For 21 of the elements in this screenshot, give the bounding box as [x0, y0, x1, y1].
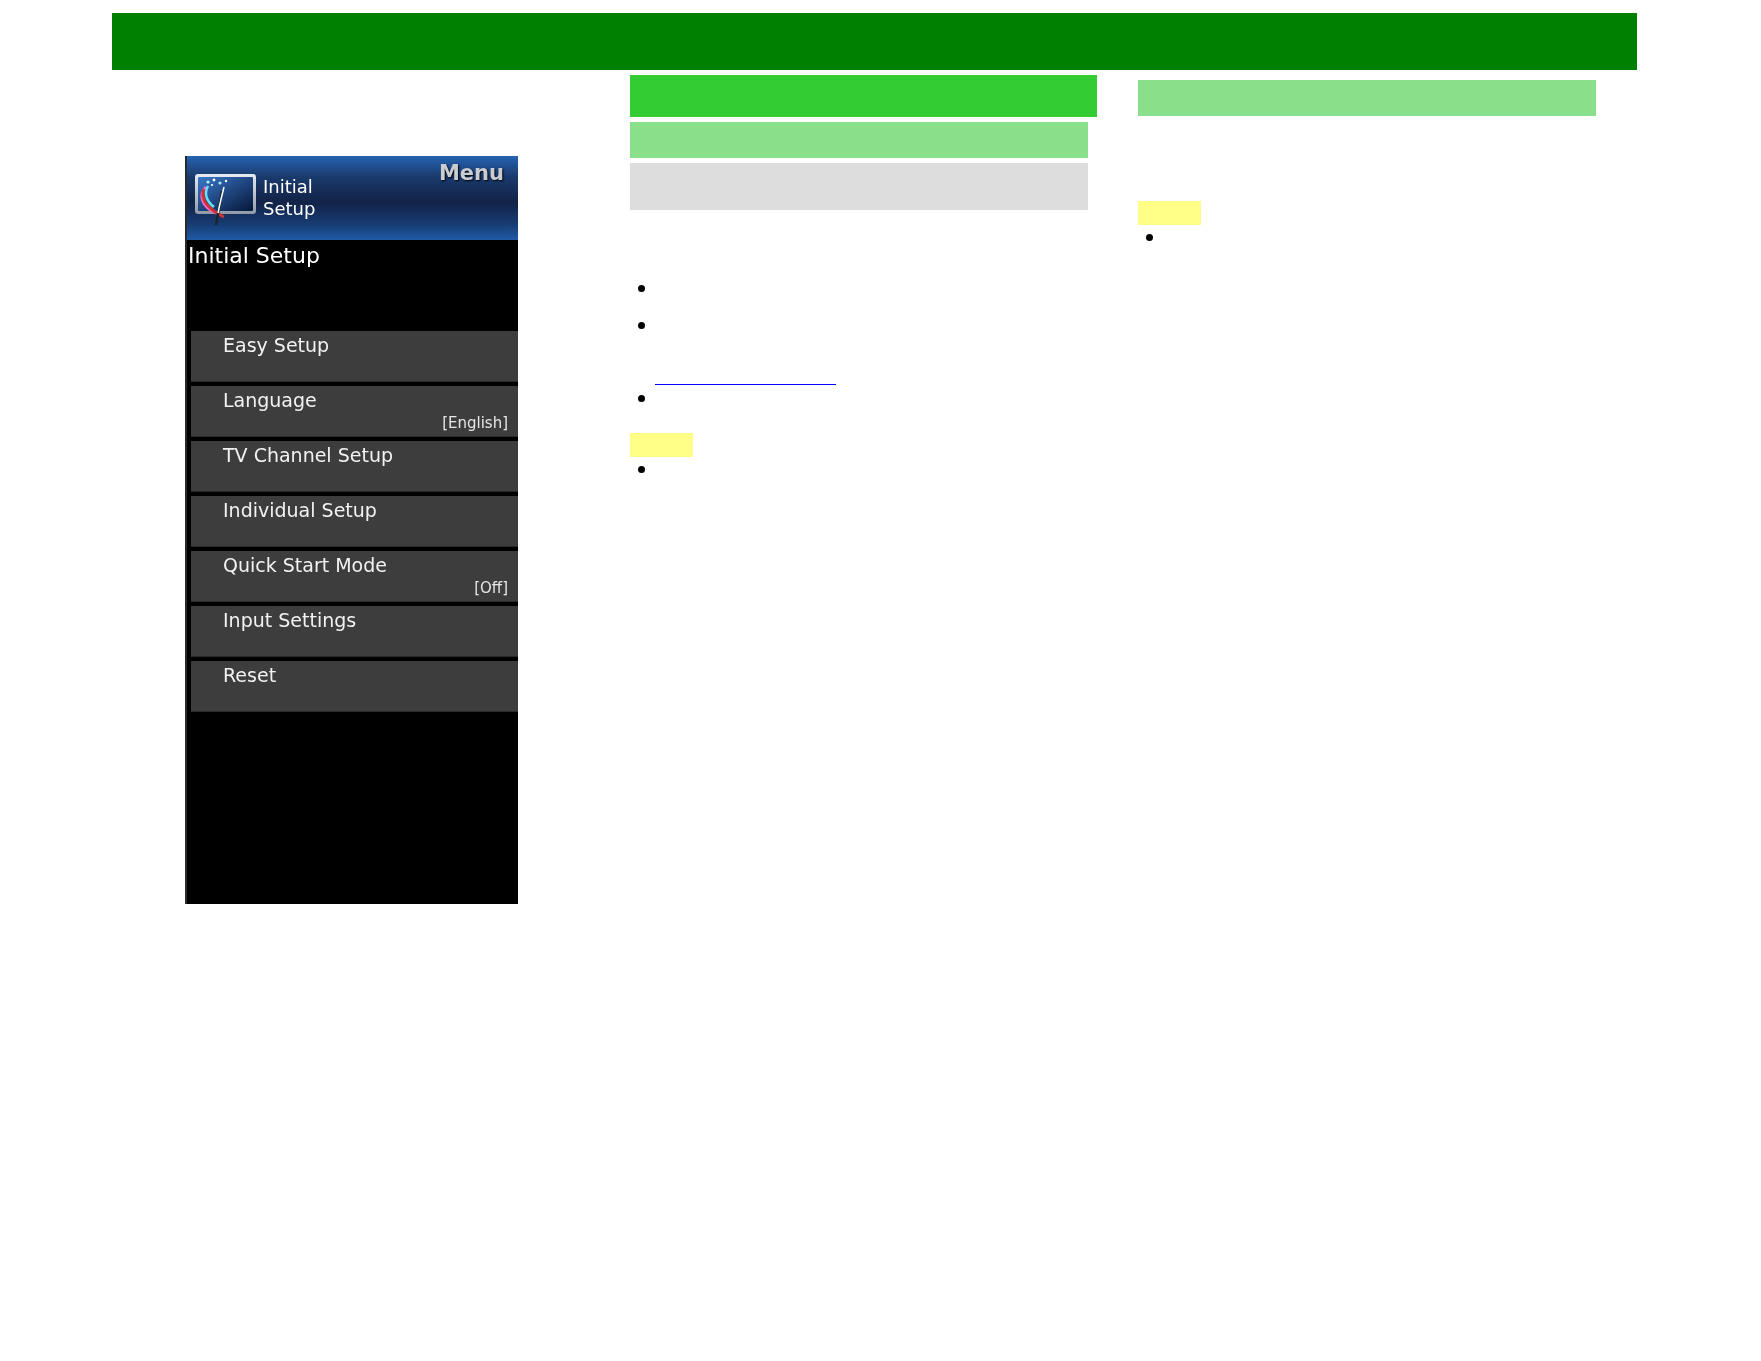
- menu-category-label: Initial Setup: [263, 176, 316, 220]
- menu-item[interactable]: Quick Start Mode [Off]: [191, 551, 518, 602]
- note-tag: [1138, 201, 1201, 225]
- tv-screen-icon: [194, 173, 257, 227]
- menu-item[interactable]: Language [English]: [191, 386, 518, 437]
- menu-item-value: [Off]: [474, 579, 508, 597]
- bullet-icon: [1146, 234, 1153, 241]
- menu-item[interactable]: Easy Setup: [191, 331, 518, 382]
- note-tag: [630, 433, 693, 457]
- bullet-icon: [638, 285, 645, 292]
- menu-label: Menu: [438, 160, 504, 186]
- link-underline[interactable]: [655, 384, 836, 385]
- bullet-icon: [638, 395, 645, 402]
- menu-item[interactable]: Individual Setup: [191, 496, 518, 547]
- menu-title: Initial Setup: [188, 242, 320, 270]
- menu-item[interactable]: Input Settings: [191, 606, 518, 657]
- menu-item-value: [English]: [442, 414, 508, 432]
- menu-item[interactable]: TV Channel Setup: [191, 441, 518, 492]
- bullet-icon: [638, 322, 645, 329]
- menu-item[interactable]: Reset: [191, 661, 518, 712]
- bullet-icon: [638, 466, 645, 473]
